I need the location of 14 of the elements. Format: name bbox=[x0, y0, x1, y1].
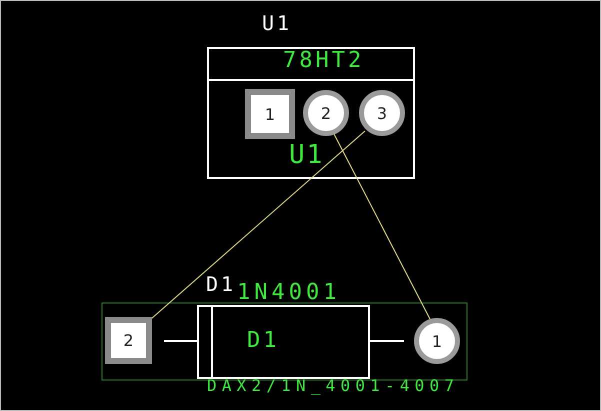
footprint-name: DAX2/1N_4001-4007 bbox=[207, 378, 460, 394]
round-pad: 3 bbox=[359, 90, 405, 136]
square-pad: 2 bbox=[105, 317, 152, 364]
round-pad: 1 bbox=[414, 318, 460, 364]
lead-line bbox=[369, 340, 404, 342]
component-label: U1 bbox=[289, 142, 324, 168]
component-value: 1N4001 bbox=[237, 282, 340, 304]
component-label: D1 bbox=[247, 330, 280, 352]
lead-line bbox=[164, 340, 198, 342]
component-value: 78HT2 bbox=[283, 50, 364, 72]
square-pad: 1 bbox=[245, 89, 295, 139]
reference-designator: U1 bbox=[262, 13, 292, 33]
reference-designator: D1 bbox=[206, 274, 236, 294]
round-pad: 2 bbox=[303, 90, 349, 136]
